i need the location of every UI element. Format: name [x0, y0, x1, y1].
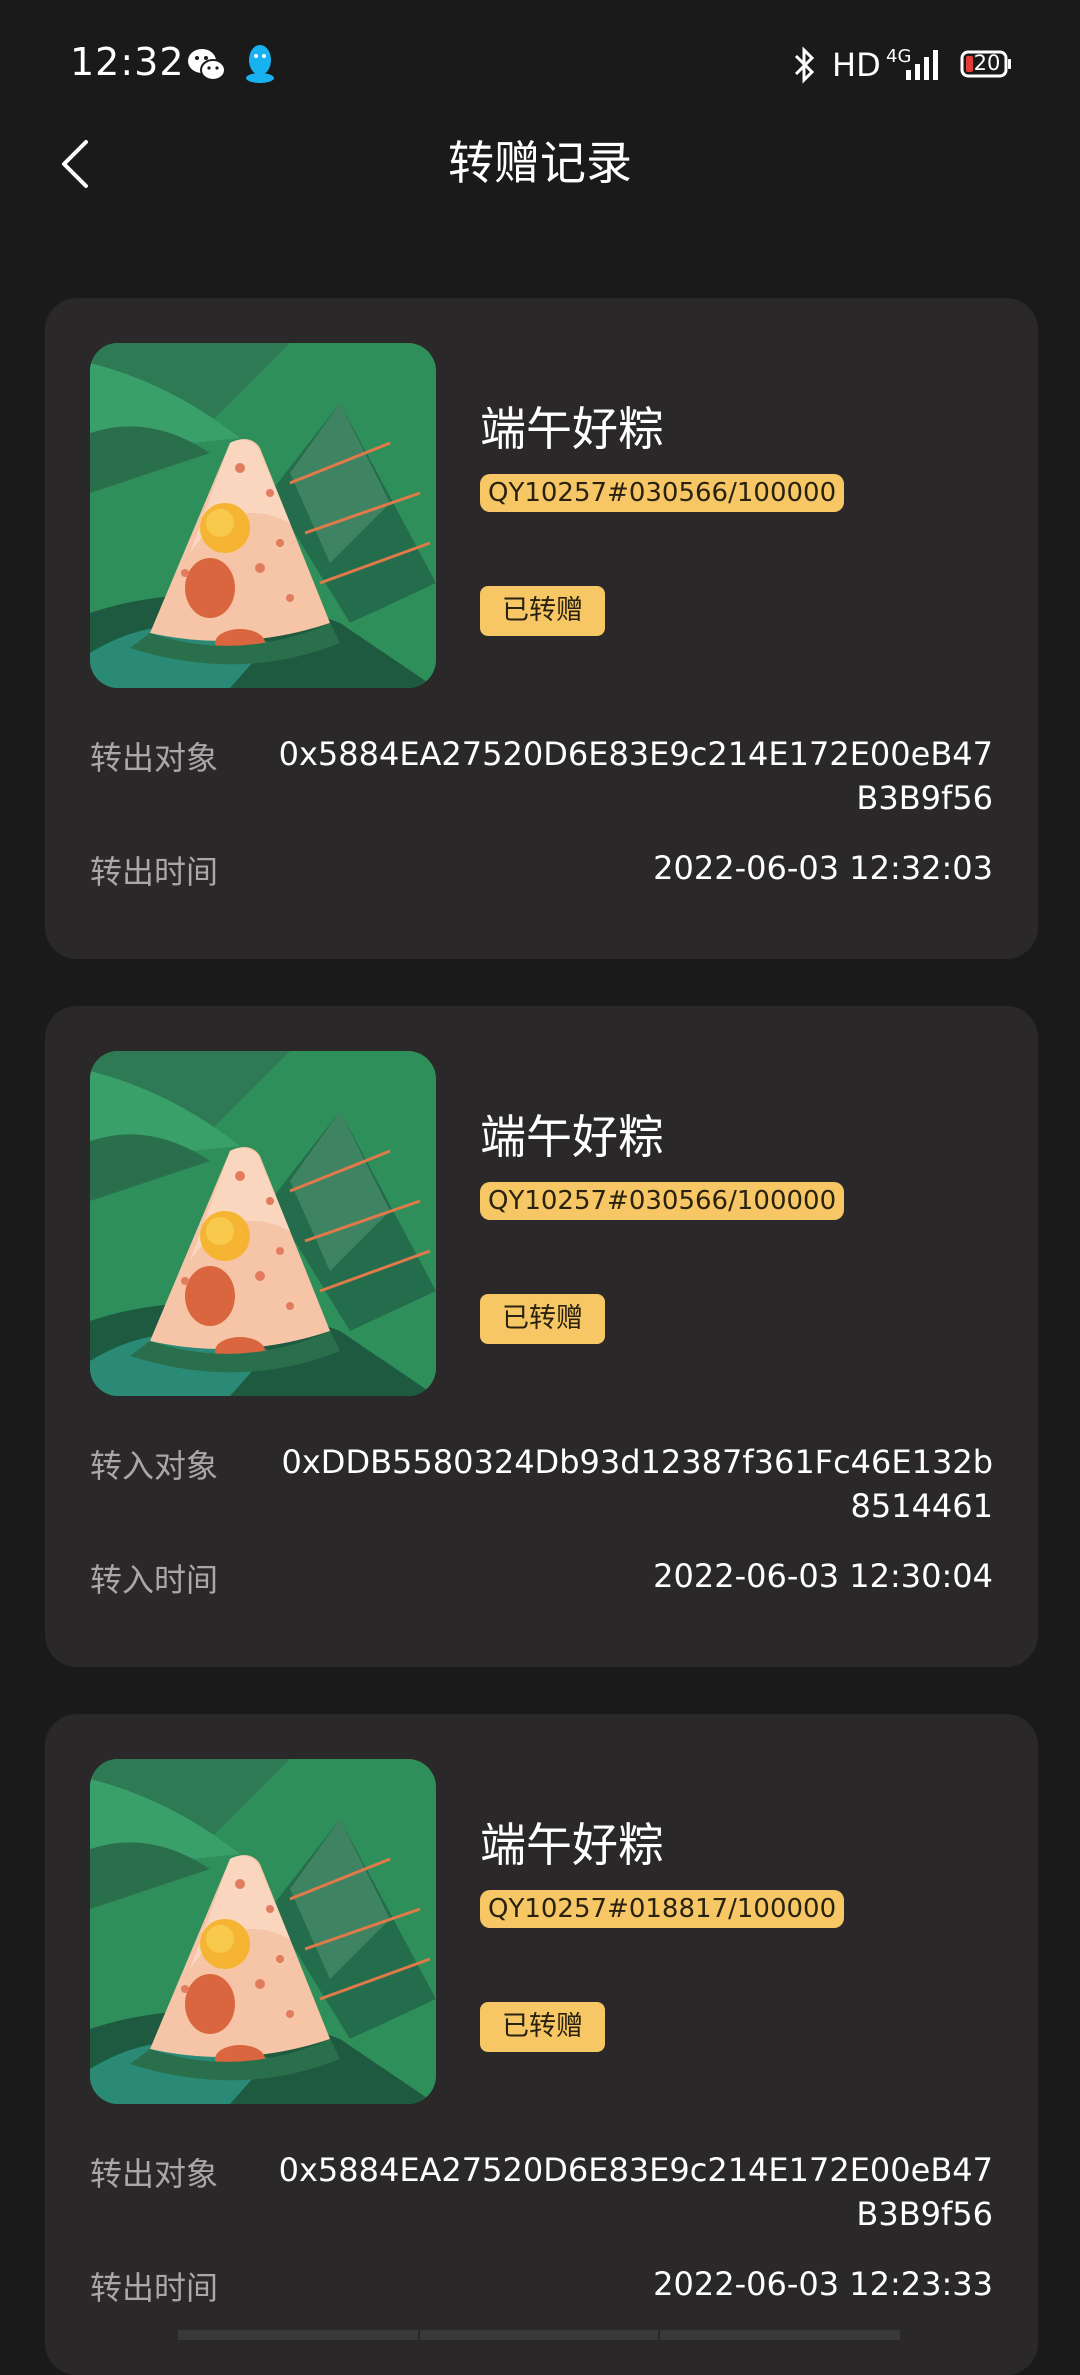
record-card[interactable]: 端午好粽 QY10257#018817/100000 已转赠 转出对象 0x58… [45, 1714, 1038, 2375]
target-label: 转出对象 [90, 2155, 219, 2193]
time-label: 转出时间 [90, 853, 219, 891]
signal-icon [906, 50, 938, 80]
target-label: 转入对象 [90, 1447, 219, 1485]
status-bar: 12:32 HD 4G 20 [0, 0, 1080, 132]
app-header: 转赠记录 [0, 132, 1080, 262]
status-badge: 已转赠 [480, 2002, 605, 2052]
time-label: 转入时间 [90, 1561, 219, 1599]
back-button[interactable] [48, 132, 118, 194]
status-badge: 已转赠 [480, 586, 605, 636]
nft-image [90, 343, 436, 688]
page-title: 转赠记录 [448, 136, 632, 190]
transfer-time: 2022-06-03 12:30:04 [653, 1557, 993, 1595]
target-address: 0xDDB5580324Db93d12387f361Fc46E132b85144… [281, 1443, 994, 1525]
bottom-tab-segment [178, 2330, 418, 2340]
bottom-tab-segment [660, 2330, 900, 2340]
nft-image [90, 1051, 436, 1396]
bluetooth-icon [794, 46, 815, 84]
transfer-time: 2022-06-03 12:23:33 [653, 2265, 993, 2303]
time-label: 转出时间 [90, 2269, 219, 2307]
serial-badge: QY10257#018817/100000 [480, 1890, 845, 1928]
status-badge: 已转赠 [480, 1294, 605, 1344]
battery-level: 20 [973, 51, 1001, 75]
hd-indicator: HD [832, 46, 881, 84]
target-label: 转出对象 [90, 739, 219, 777]
status-time: 12:32 [70, 40, 185, 84]
record-card[interactable]: 端午好粽 QY10257#030566/100000 已转赠 转入对象 0xDD… [45, 1006, 1038, 1667]
serial-badge: QY10257#030566/100000 [480, 474, 845, 512]
wechat-icon [188, 49, 226, 81]
record-card[interactable]: 端午好粽 QY10257#030566/100000 已转赠 转出对象 0x58… [45, 298, 1038, 959]
serial-badge: QY10257#030566/100000 [480, 1182, 845, 1220]
chevron-left-icon [62, 140, 88, 188]
nft-image [90, 1759, 436, 2104]
target-address: 0x5884EA27520D6E83E9c214E172E00eB47B3B9f… [278, 2151, 993, 2233]
qq-icon [246, 45, 274, 83]
nft-name: 端午好粽 [480, 1818, 664, 1872]
nft-name: 端午好粽 [480, 1110, 664, 1164]
nft-name: 端午好粽 [480, 402, 664, 456]
bottom-tab-segment [420, 2330, 658, 2340]
target-address: 0x5884EA27520D6E83E9c214E172E00eB47B3B9f… [278, 735, 993, 817]
transfer-time: 2022-06-03 12:32:03 [653, 849, 993, 887]
